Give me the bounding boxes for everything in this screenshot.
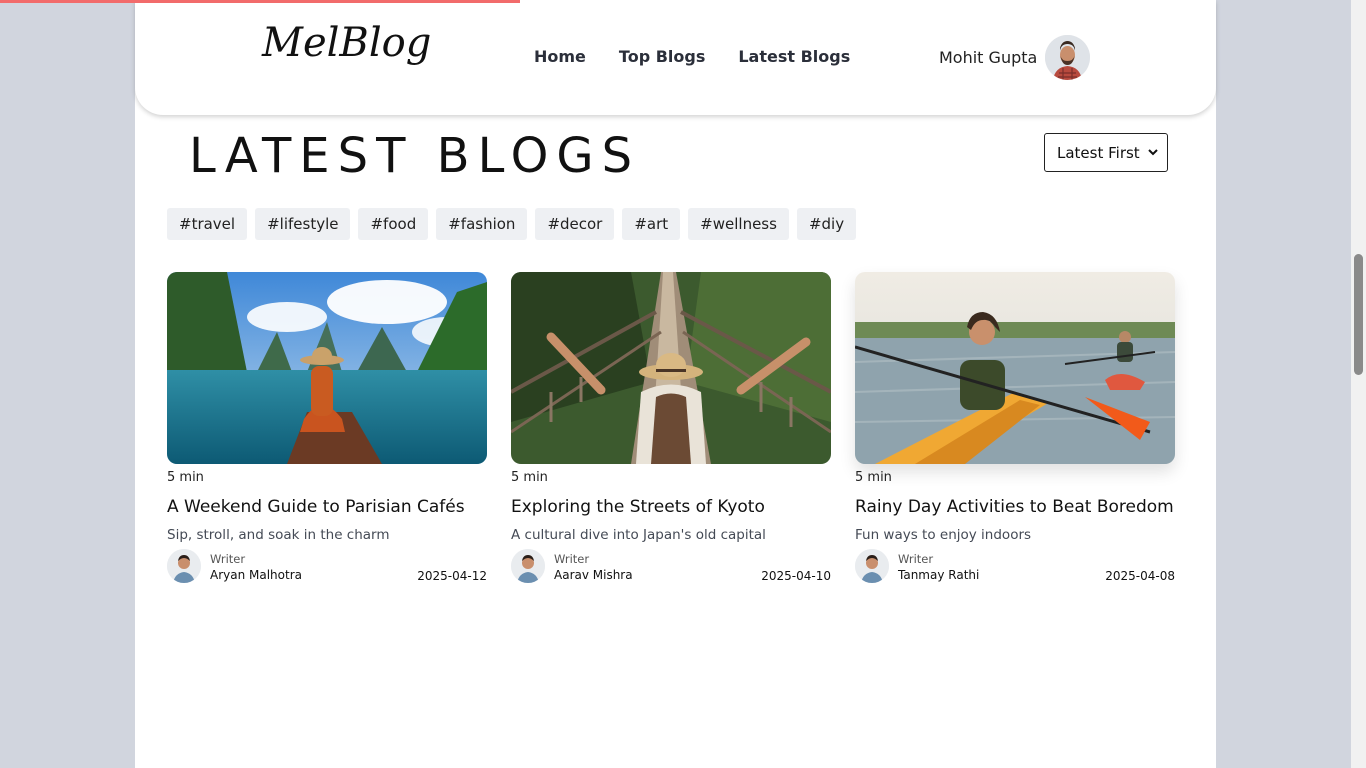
author-avatar xyxy=(511,549,545,583)
reading-progress-bar xyxy=(0,0,520,3)
tag-list: #travel #lifestyle #food #fashion #decor… xyxy=(167,208,857,240)
main-nav: Home Top Blogs Latest Blogs xyxy=(534,47,850,66)
blog-card[interactable]: 5 min Rainy Day Activities to Beat Bored… xyxy=(855,272,1175,585)
blog-card-subtitle: Fun ways to enjoy indoors xyxy=(855,527,1032,543)
page-title: LATEST BLOGS xyxy=(189,128,641,184)
site-logo[interactable]: MelBlog xyxy=(262,20,431,66)
sort-select[interactable]: Latest First xyxy=(1044,133,1168,172)
scrollbar-thumb[interactable] xyxy=(1354,254,1363,375)
author-avatar xyxy=(167,549,201,583)
nav-home[interactable]: Home xyxy=(534,47,586,66)
user-name[interactable]: Mohit Gupta xyxy=(939,48,1037,67)
page-container: MelBlog Home Top Blogs Latest Blogs Mohi… xyxy=(135,0,1216,768)
author-name[interactable]: Aarav Mishra xyxy=(554,568,633,582)
tag-decor[interactable]: #decor xyxy=(535,208,615,240)
blog-card-title[interactable]: Exploring the Streets of Kyoto xyxy=(511,497,831,517)
tag-art[interactable]: #art xyxy=(622,208,681,240)
blog-card-subtitle: Sip, stroll, and soak in the charm xyxy=(167,527,390,543)
author-row: Writer Aarav Mishra 2025-04-10 xyxy=(511,549,831,585)
blog-card-title[interactable]: A Weekend Guide to Parisian Cafés xyxy=(167,497,487,517)
nav-latest-blogs[interactable]: Latest Blogs xyxy=(738,47,850,66)
author-name[interactable]: Aryan Malhotra xyxy=(210,568,302,582)
read-time: 5 min xyxy=(855,470,892,485)
author-role: Writer xyxy=(898,552,934,566)
post-date: 2025-04-08 xyxy=(1105,569,1175,583)
tag-food[interactable]: #food xyxy=(358,208,429,240)
author-row: Writer Tanmay Rathi 2025-04-08 xyxy=(855,549,1175,585)
author-name[interactable]: Tanmay Rathi xyxy=(898,568,979,582)
author-role: Writer xyxy=(210,552,246,566)
blog-card-image[interactable] xyxy=(855,272,1175,464)
author-row: Writer Aryan Malhotra 2025-04-12 xyxy=(167,549,487,585)
blog-card-image[interactable] xyxy=(511,272,831,464)
blog-card-image[interactable] xyxy=(167,272,487,464)
scrollbar-track[interactable] xyxy=(1351,0,1366,768)
user-avatar[interactable] xyxy=(1045,35,1090,80)
author-avatar xyxy=(855,549,889,583)
blog-card-title[interactable]: Rainy Day Activities to Beat Boredom xyxy=(855,497,1175,517)
tag-lifestyle[interactable]: #lifestyle xyxy=(255,208,351,240)
post-date: 2025-04-10 xyxy=(761,569,831,583)
blog-card[interactable]: 5 min Exploring the Streets of Kyoto A c… xyxy=(511,272,831,585)
sort-select-value: Latest First xyxy=(1057,143,1140,162)
post-date: 2025-04-12 xyxy=(417,569,487,583)
nav-top-blogs[interactable]: Top Blogs xyxy=(619,47,705,66)
tag-fashion[interactable]: #fashion xyxy=(436,208,528,240)
tag-wellness[interactable]: #wellness xyxy=(688,208,789,240)
author-role: Writer xyxy=(554,552,590,566)
read-time: 5 min xyxy=(167,470,204,485)
blog-card[interactable]: 5 min A Weekend Guide to Parisian Cafés … xyxy=(167,272,487,585)
site-header: MelBlog Home Top Blogs Latest Blogs Mohi… xyxy=(135,0,1216,115)
read-time: 5 min xyxy=(511,470,548,485)
blog-card-subtitle: A cultural dive into Japan's old capital xyxy=(511,527,766,543)
tag-diy[interactable]: #diy xyxy=(796,208,857,240)
tag-travel[interactable]: #travel xyxy=(167,208,248,240)
chevron-down-icon xyxy=(1147,145,1159,163)
